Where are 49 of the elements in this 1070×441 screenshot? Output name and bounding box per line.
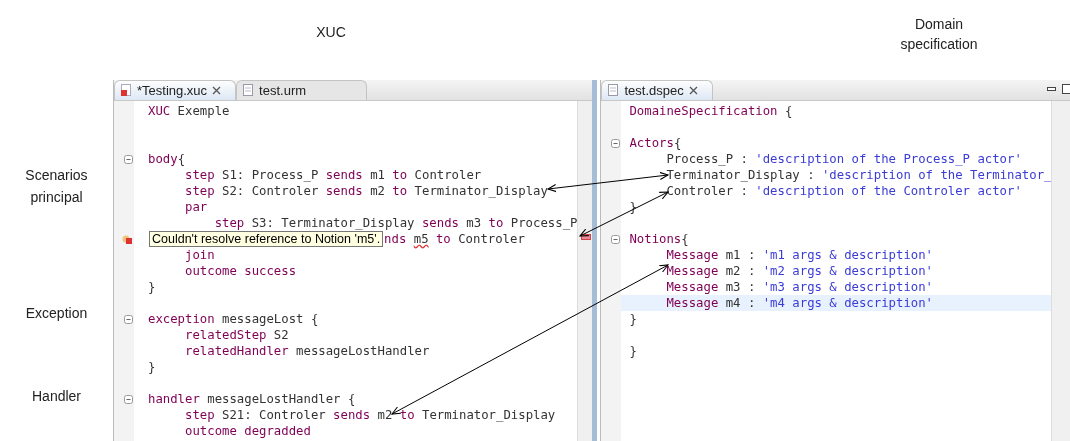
code-line: DomaineSpecification { xyxy=(629,103,793,119)
editor-tab[interactable]: test.dspec xyxy=(601,80,713,100)
minimize-icon[interactable] xyxy=(1047,86,1057,92)
code-line: Notions{ xyxy=(629,231,689,247)
error-tooltip: Couldn't resolve reference to Notion 'm5'. xyxy=(149,231,384,247)
code-line: Controler : 'description of the Controler actor' xyxy=(665,183,1022,199)
close-icon[interactable] xyxy=(688,86,698,95)
caption: Domain specification xyxy=(899,15,979,54)
caption: Handler xyxy=(31,387,82,406)
code-line: } xyxy=(629,311,637,327)
code-line: step S21: Controler sends m2 to Terminator_Display xyxy=(184,407,556,423)
code-line: XUC Exemple xyxy=(148,103,230,119)
collapse-icon[interactable] xyxy=(611,138,621,148)
code-line: } xyxy=(148,359,156,375)
code-line: nds m5 to Controler xyxy=(384,231,525,247)
caption: Exception xyxy=(24,304,89,323)
code-line: } xyxy=(148,279,156,295)
error-marker-icon xyxy=(122,233,133,245)
caption: XUC xyxy=(316,24,346,42)
code-line: relatedHandler messageLostHandler xyxy=(184,343,430,359)
code-line: step S2: Controler sends m2 to Terminator_Display xyxy=(184,183,548,199)
code-line: Message m3 : 'm3 args & description' xyxy=(665,279,933,295)
code-line: Terminator_Display : 'description of the Terminator_ xyxy=(665,167,1052,183)
code-line: handler messageLostHandler { xyxy=(148,391,356,407)
code-line: Message m2 : 'm2 args & description' xyxy=(665,263,933,279)
code-line: outcome success xyxy=(184,263,297,279)
collapse-icon[interactable] xyxy=(124,394,133,404)
collapse-icon[interactable] xyxy=(124,154,133,164)
code-line: join xyxy=(184,247,215,263)
editor-tab[interactable]: *Testing.xuc xyxy=(114,80,237,100)
code-line: relatedStep S2 xyxy=(184,327,289,343)
collapse-icon[interactable] xyxy=(611,234,621,244)
code-line: body{ xyxy=(148,151,186,167)
code-line: step S3: Terminator_Display sends m3 to Process_P xyxy=(213,215,578,231)
code-line: } xyxy=(629,343,637,359)
code-line: Process_P : 'description of the Process_P actor' xyxy=(665,151,1022,167)
code-line: step S1: Process_P sends m1 to Controler xyxy=(184,167,482,183)
maximize-icon[interactable] xyxy=(1062,84,1070,94)
code-line: outcome degradded xyxy=(184,423,311,439)
code-line: par xyxy=(184,199,208,215)
error-ruler-mark[interactable] xyxy=(581,234,592,240)
code-line: Actors{ xyxy=(629,135,682,151)
code-line: exception messageLost { xyxy=(148,311,319,327)
editor-tab[interactable]: test.urm xyxy=(236,80,368,100)
collapse-icon[interactable] xyxy=(124,314,133,324)
code-line: Message m1 : 'm1 args & description' xyxy=(665,247,933,263)
code-line: Message m4 : 'm4 args & description' xyxy=(665,295,933,311)
caption: Scenarios principal xyxy=(24,166,89,207)
close-icon[interactable] xyxy=(212,86,222,95)
